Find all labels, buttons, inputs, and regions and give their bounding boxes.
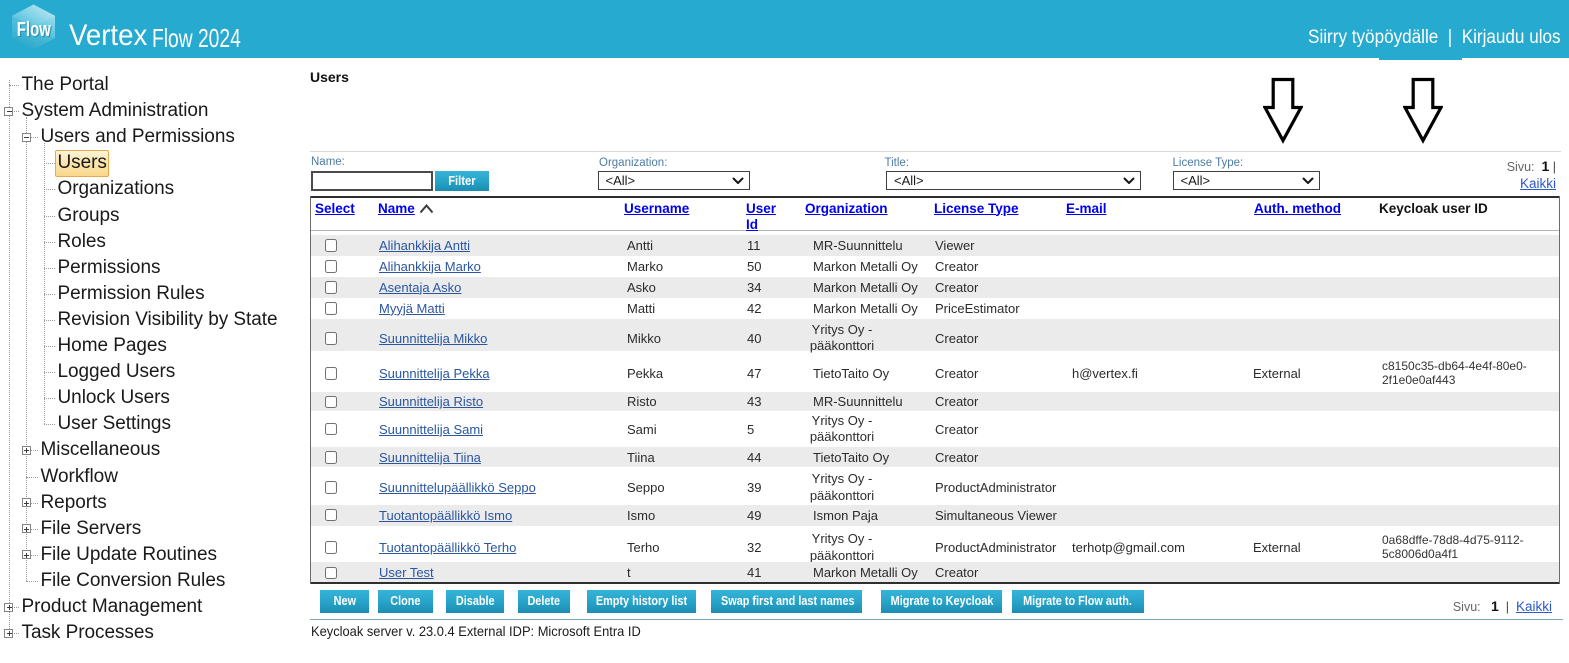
svg-text:Flow: Flow — [17, 19, 51, 41]
